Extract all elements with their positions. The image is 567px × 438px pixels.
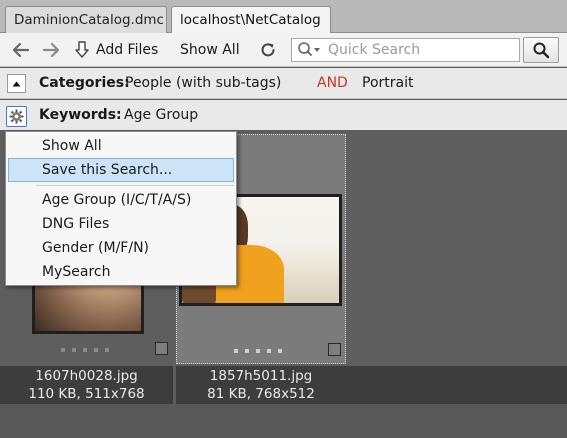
saved-searches-menu: Show All Save this Search... Age Group (… xyxy=(5,131,237,286)
quick-search-box[interactable] xyxy=(291,38,520,62)
categories-operator[interactable]: AND xyxy=(317,68,348,99)
keywords-label: Keywords: xyxy=(39,107,122,123)
categories-value[interactable]: People (with sub-tags) xyxy=(125,68,281,99)
triangle-up-icon xyxy=(12,81,21,86)
file-info: 1857h5011.jpg 81 KB, 768x512 xyxy=(176,366,346,404)
file-name: 1607h0028.jpg xyxy=(35,368,138,384)
search-button[interactable] xyxy=(523,37,559,63)
menu-item-save-search[interactable]: Save this Search... xyxy=(8,158,234,182)
toolbar: Add Files Show All xyxy=(0,33,567,67)
rating-dots[interactable] xyxy=(234,349,282,353)
forward-button[interactable] xyxy=(40,38,62,62)
file-info: 1607h0028.jpg 110 KB, 511x768 xyxy=(0,366,173,404)
collapse-filters-button[interactable] xyxy=(7,74,26,93)
tab-damion-catalog[interactable]: DaminionCatalog.dmc xyxy=(5,6,167,33)
file-name: 1857h5011.jpg xyxy=(209,368,313,384)
refresh-icon xyxy=(261,43,275,57)
refresh-button[interactable] xyxy=(257,38,279,62)
file-meta: 110 KB, 511x768 xyxy=(28,386,145,402)
select-checkbox[interactable] xyxy=(328,343,341,356)
add-files-icon xyxy=(72,38,92,62)
categories-label: Categories: xyxy=(39,75,130,91)
categories-value-2[interactable]: Portrait xyxy=(362,68,413,99)
menu-separator xyxy=(36,185,234,186)
keywords-filter-row: Keywords: Age Group xyxy=(0,100,567,131)
info-strip xyxy=(346,366,567,404)
menu-item-gender[interactable]: Gender (M/F/N) xyxy=(8,236,234,260)
add-files-button[interactable]: Add Files xyxy=(96,33,158,67)
tab-bar: DaminionCatalog.dmc localhost\NetCatalog xyxy=(0,0,567,34)
keywords-value[interactable]: Age Group xyxy=(124,100,198,131)
quick-search-input[interactable] xyxy=(328,42,508,58)
grid-bottom-band xyxy=(0,404,567,438)
back-button[interactable] xyxy=(10,38,32,62)
arrow-left-icon xyxy=(12,42,30,58)
search-options-icon[interactable] xyxy=(296,41,324,59)
file-meta: 81 KB, 768x512 xyxy=(207,386,315,402)
select-checkbox[interactable] xyxy=(155,342,168,355)
gear-icon xyxy=(9,109,24,124)
menu-item-dng-files[interactable]: DNG Files xyxy=(8,212,234,236)
tab-net-catalog[interactable]: localhost\NetCatalog xyxy=(171,6,331,34)
rating-dots[interactable] xyxy=(61,348,109,352)
show-all-button[interactable]: Show All xyxy=(180,33,240,67)
magnifier-icon xyxy=(533,42,550,59)
menu-item-age-group[interactable]: Age Group (I/C/T/A/S) xyxy=(8,188,234,212)
saved-searches-button[interactable] xyxy=(6,106,27,127)
menu-item-show-all[interactable]: Show All xyxy=(8,134,234,158)
categories-filter-row: Categories: People (with sub-tags) AND P… xyxy=(0,68,567,99)
menu-item-mysearch[interactable]: MySearch xyxy=(8,260,234,284)
arrow-right-icon xyxy=(42,42,60,58)
